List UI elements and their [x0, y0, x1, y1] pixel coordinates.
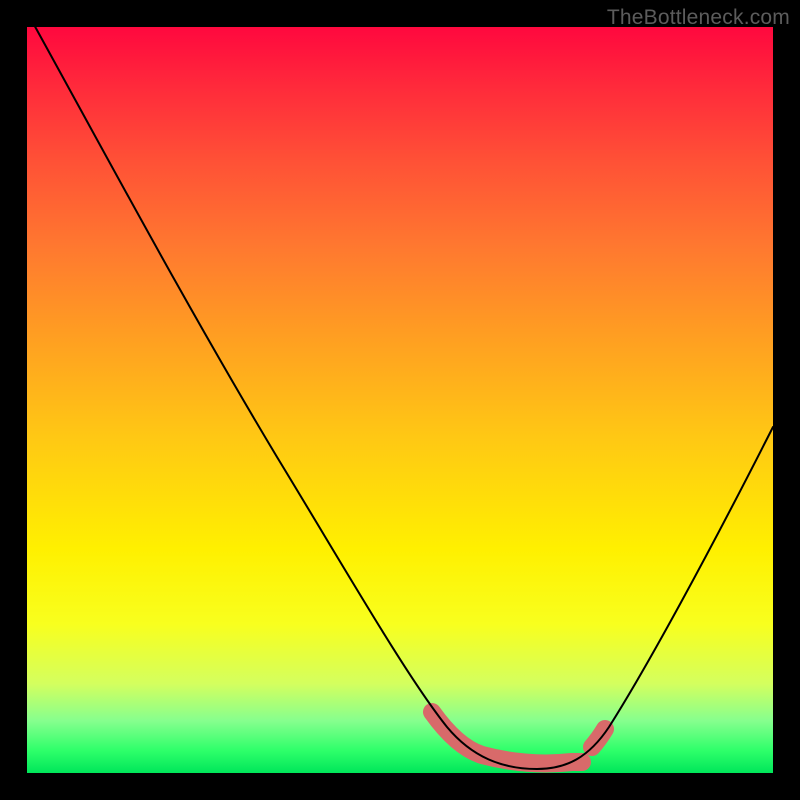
chart-plot-area — [27, 27, 773, 773]
chart-frame: TheBottleneck.com — [0, 0, 800, 800]
bottleneck-curve — [27, 27, 773, 773]
curve-line — [27, 12, 773, 769]
